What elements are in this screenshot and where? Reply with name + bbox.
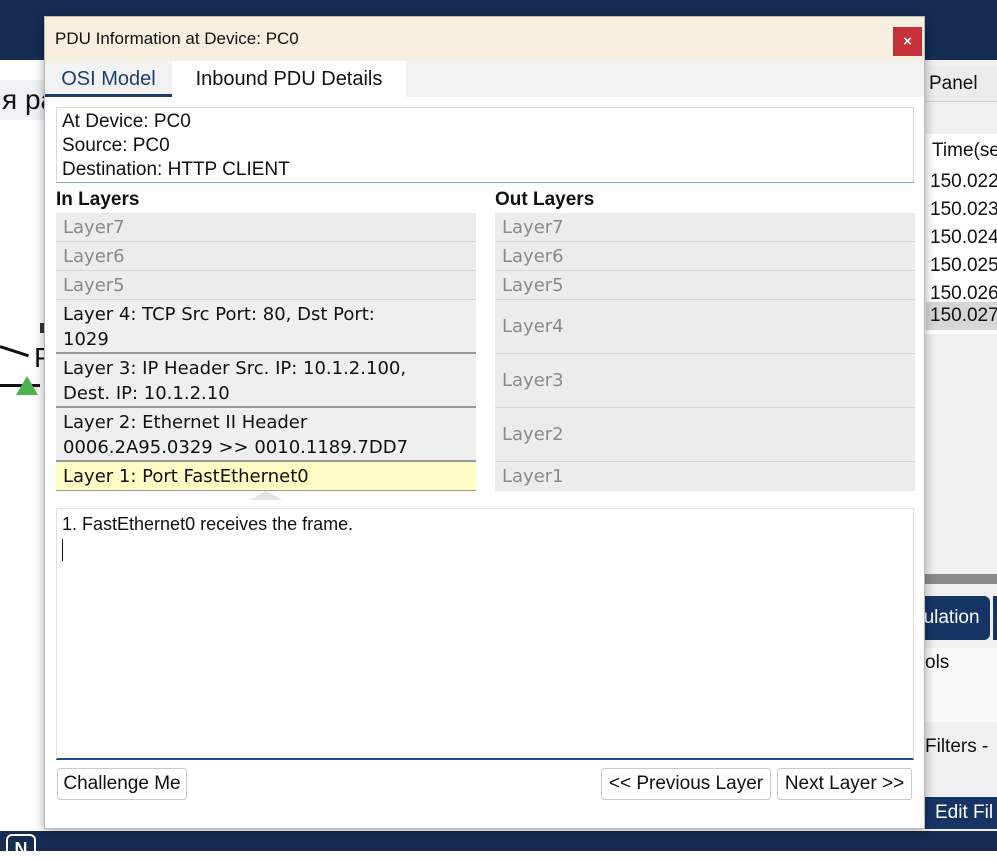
next-layer-button[interactable]: Next Layer >>	[777, 768, 912, 800]
layer-detail: 0006.2A95.0329 >> 0010.1189.7DD7	[63, 437, 409, 458]
play-controls-section: ols	[925, 648, 997, 722]
in-layer-6[interactable]: Layer6	[56, 242, 476, 271]
layer-label: Layer6	[63, 246, 125, 267]
resize-handle[interactable]	[250, 491, 282, 501]
layer-label: Layer7	[502, 217, 564, 238]
workspace-canvas[interactable]	[0, 60, 44, 831]
in-layer-4[interactable]: Layer 4: TCP Src Port: 80, Dst Port: 102…	[56, 300, 476, 354]
out-layer-5[interactable]: Layer5	[495, 271, 915, 300]
in-layers-heading: In Layers	[56, 189, 140, 210]
time-column-header[interactable]: Time(se	[932, 140, 997, 162]
event-row[interactable]: 150.022	[926, 168, 997, 196]
link-status-triangle-icon	[16, 376, 38, 395]
tab-bar: OSI Model Inbound PDU Details	[45, 61, 924, 97]
in-layers-list: Layer7 Layer6 Layer5 Layer 4: TCP Src Po…	[56, 213, 476, 491]
layer-label: Layer1	[502, 466, 564, 487]
layer-label: Layer3	[502, 370, 564, 391]
layer-label: Layer 1: Port FastEthernet0	[63, 466, 309, 487]
description-text: 1. FastEthernet0 receives the frame.	[62, 514, 354, 534]
layer-label: Layer4	[502, 316, 564, 337]
dialog-title: PDU Information at Device: PC0	[55, 29, 299, 48]
panel-splitter[interactable]	[925, 574, 997, 584]
layer-label: Layer 2: Ethernet II Header	[63, 412, 308, 433]
in-layer-3[interactable]: Layer 3: IP Header Src. IP: 10.1.2.100, …	[56, 354, 476, 408]
layer-label: Layer 4: TCP Src Port: 80, Dst Port:	[63, 304, 375, 325]
device-info-box: At Device: PC0 Source: PC0 Destination: …	[56, 107, 914, 183]
in-layer-7[interactable]: Layer7	[56, 213, 476, 242]
source-text: Source: PC0	[62, 135, 170, 156]
edit-filters-button[interactable]: Edit Fil	[925, 797, 997, 829]
destination-text: Destination: HTTP CLIENT	[62, 159, 290, 180]
layer-label: Layer 3: IP Header Src. IP: 10.1.2.100,	[63, 358, 407, 379]
out-layer-1[interactable]: Layer1	[495, 462, 915, 491]
layer-detail: Dest. IP: 10.1.2.10	[63, 383, 230, 404]
app-bottom-bar	[0, 831, 997, 851]
pdu-info-dialog: PDU Information at Device: PC0 × OSI Mod…	[44, 16, 925, 829]
in-layer-1-selected[interactable]: Layer 1: Port FastEthernet0	[56, 462, 476, 491]
layer-detail: 1029	[63, 329, 109, 350]
in-layer-5[interactable]: Layer5	[56, 271, 476, 300]
text-cursor	[62, 539, 63, 561]
close-icon[interactable]: ×	[893, 27, 922, 56]
layer-label: Layer5	[502, 275, 564, 296]
out-layers-list: Layer7 Layer6 Layer5 Layer4 Layer3 Layer…	[495, 213, 915, 491]
out-layer-3[interactable]: Layer3	[495, 354, 915, 408]
play-controls-label: ols	[925, 652, 950, 673]
app-logo-icon[interactable]: N	[6, 834, 36, 860]
event-row[interactable]: 150.025	[926, 252, 997, 280]
panel-header: Panel	[925, 66, 997, 102]
tab-inbound-pdu-details[interactable]: Inbound PDU Details	[172, 61, 406, 97]
out-layer-6[interactable]: Layer6	[495, 242, 915, 271]
event-filters-label: Filters -	[925, 736, 989, 757]
out-layer-7[interactable]: Layer7	[495, 213, 915, 242]
out-layers-heading: Out Layers	[495, 189, 595, 210]
next-tab-button[interactable]	[993, 596, 997, 640]
out-layer-2[interactable]: Layer2	[495, 408, 915, 462]
event-row[interactable]: 150.023	[926, 196, 997, 224]
layer-label: Layer6	[502, 246, 564, 267]
chevron-up-icon	[250, 491, 282, 500]
layer-label: Layer2	[502, 424, 564, 445]
challenge-me-button[interactable]: Challenge Me	[57, 768, 187, 800]
layer-label: Layer5	[63, 275, 125, 296]
tab-osi-model[interactable]: OSI Model	[45, 61, 172, 97]
dialog-title-bar[interactable]: PDU Information at Device: PC0 ×	[45, 17, 924, 61]
in-layer-2[interactable]: Layer 2: Ethernet II Header 0006.2A95.03…	[56, 408, 476, 462]
previous-layer-button[interactable]: << Previous Layer	[601, 768, 771, 800]
event-row[interactable]: 150.024	[926, 224, 997, 252]
layer-label: Layer7	[63, 217, 125, 238]
layer-description-textarea[interactable]: 1. FastEthernet0 receives the frame.	[56, 508, 914, 760]
event-row-selected[interactable]: 150.027	[926, 302, 997, 330]
at-device-text: At Device: PC0	[62, 111, 191, 132]
out-layer-4[interactable]: Layer4	[495, 300, 915, 354]
